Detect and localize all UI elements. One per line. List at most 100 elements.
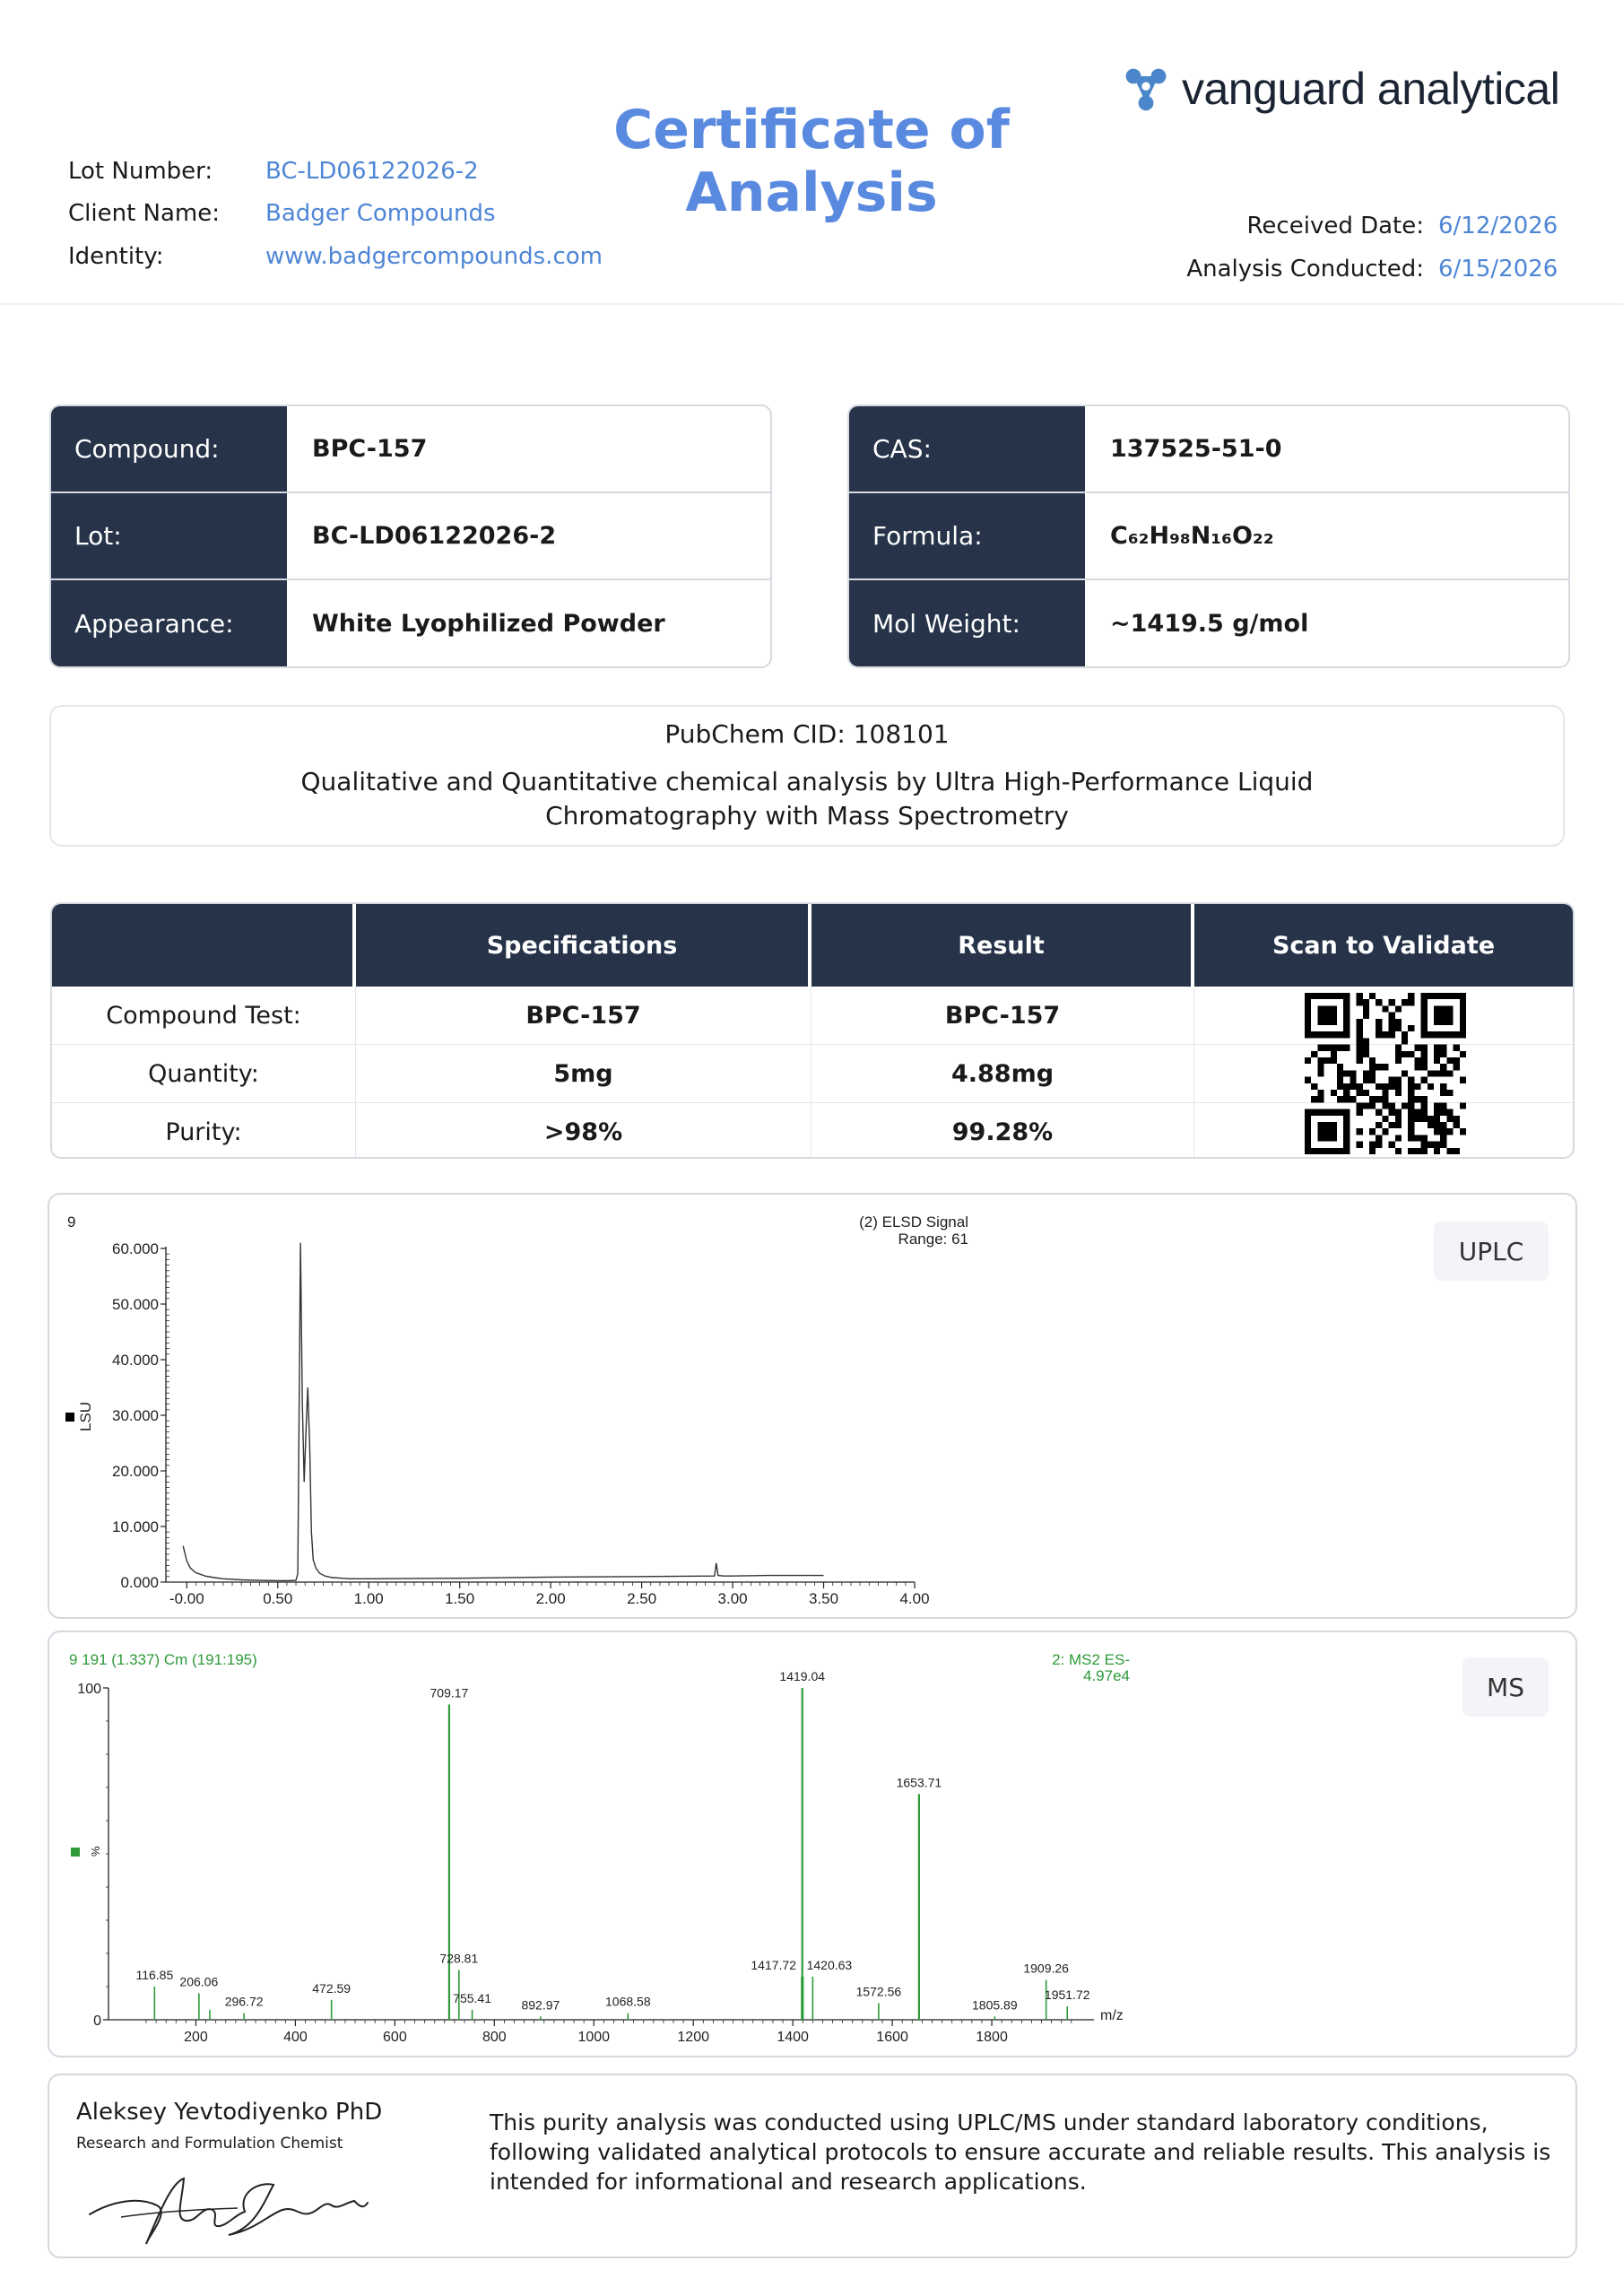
results-header-scan: Scan to Validate — [1271, 931, 1496, 960]
compound-label: Compound: — [51, 406, 287, 491]
analysis-method-line: Chromatography with Mass Spectrometry — [545, 801, 1069, 831]
ms-x-tick-label: 1400 — [777, 2030, 809, 2045]
identity-link[interactable]: www.badgercompounds.com — [265, 243, 603, 270]
qr-module — [1446, 1070, 1454, 1077]
ms-peak-label: 1419.04 — [779, 1669, 825, 1683]
qr-module — [1382, 1064, 1389, 1071]
qr-module — [1394, 1135, 1402, 1142]
ms-peak-label: 1653.71 — [897, 1775, 942, 1789]
qr-module — [1394, 1090, 1402, 1097]
qr-module — [1343, 1070, 1350, 1077]
compound-value: BPC-157 — [312, 435, 428, 463]
client-name-row: Client Name: Badger Compounds — [68, 200, 496, 227]
qr-finder — [1434, 1005, 1454, 1025]
chemical-info-table: CAS: 137525-51-0 Formula: C₆₂H₉₈N₁₆O₂₂ M… — [847, 404, 1570, 668]
qr-module — [1440, 1109, 1447, 1116]
ms-peak-label: 1951.72 — [1045, 1987, 1090, 2002]
qr-module — [1376, 1141, 1383, 1148]
qr-module — [1369, 1147, 1376, 1154]
lot-row: Lot: BC-LD06122026-2 — [51, 493, 770, 580]
result-cell: 99.28% — [812, 1103, 1194, 1157]
qr-module — [1440, 1050, 1447, 1057]
analysis-method: Qualitative and Quantitative chemical an… — [51, 765, 1563, 833]
qr-module — [1317, 1064, 1324, 1071]
qr-module — [1376, 1135, 1383, 1142]
analysis-date-row: Analysis Conducted: 6/15/2026 — [1186, 256, 1558, 283]
qr-module — [1356, 1050, 1363, 1057]
analysis-date-value: 6/15/2026 — [1438, 256, 1558, 283]
qr-module — [1311, 1083, 1318, 1090]
qr-module — [1343, 1096, 1350, 1103]
qr-module — [1414, 1064, 1421, 1071]
ms-peak-label: 1805.89 — [972, 1997, 1018, 2012]
mol-weight-row: Mol Weight: ~1419.5 g/mol — [849, 580, 1568, 666]
qr-module — [1356, 1038, 1363, 1045]
qr-module — [1382, 1031, 1389, 1039]
qr-module — [1446, 1115, 1454, 1122]
qr-module — [1337, 1070, 1344, 1077]
qr-module — [1311, 1096, 1318, 1103]
qr-module — [1408, 1083, 1415, 1090]
qr-module — [1420, 1147, 1428, 1154]
vanguard-logo-icon — [1125, 68, 1167, 111]
analysis-date-label: Analysis Conducted: — [1186, 256, 1424, 283]
ms-legend-intensity: 4.97e4 — [1083, 1667, 1130, 1684]
qr-module — [1356, 1057, 1363, 1065]
qr-module — [1440, 1102, 1447, 1109]
qr-module — [1362, 1102, 1369, 1109]
qr-module — [1362, 1012, 1369, 1019]
ms-x-tick-label: 800 — [482, 2030, 507, 2045]
qr-module — [1394, 1115, 1402, 1122]
qr-module — [1446, 1090, 1454, 1097]
qr-module — [1394, 1005, 1402, 1013]
qr-module — [1434, 1044, 1441, 1051]
appearance-label: Appearance: — [51, 580, 287, 666]
qr-finder — [1317, 1122, 1337, 1142]
qr-module — [1369, 1141, 1376, 1148]
qr-module — [1382, 1005, 1389, 1013]
qr-module — [1394, 1076, 1402, 1083]
uplc-x-tick-label: 0.50 — [263, 1590, 292, 1607]
qr-module — [1337, 1064, 1344, 1071]
qr-module — [1356, 1128, 1363, 1135]
uplc-y-tick-label: 40.000 — [112, 1352, 159, 1369]
qr-module — [1434, 1115, 1441, 1122]
spec-cell: >98% — [356, 1103, 812, 1157]
qr-module — [1311, 1050, 1318, 1057]
uplc-x-tick-label: 1.50 — [445, 1590, 474, 1607]
spec-cell: BPC-157 — [356, 987, 812, 1044]
document-header: vanguard analytical Certificate of Analy… — [0, 0, 1623, 305]
qr-module — [1362, 999, 1369, 1006]
qr-module — [1382, 1096, 1389, 1103]
results-header-specifications: Specifications — [356, 904, 812, 987]
qr-module — [1317, 1044, 1324, 1051]
uplc-x-tick-label: 3.50 — [809, 1590, 838, 1607]
qr-module — [1394, 1109, 1402, 1116]
qr-module — [1434, 1057, 1441, 1065]
qr-module — [1305, 1076, 1312, 1083]
qr-module — [1394, 1122, 1402, 1129]
ms-peaks: 116.85 206.06 296.72 472.59 709.17 728.81 755.… — [135, 1669, 1090, 2020]
qr-finder — [1317, 1005, 1337, 1025]
qr-module — [1343, 1083, 1350, 1090]
qr-module — [1317, 1070, 1324, 1077]
qr-module — [1376, 1025, 1383, 1032]
qr-module — [1382, 1128, 1389, 1135]
qr-module — [1388, 1141, 1395, 1148]
formula-value: C₆₂H₉₈N₁₆O₂₂ — [1110, 522, 1274, 550]
qr-module — [1414, 1135, 1421, 1142]
qr-module — [1420, 1076, 1428, 1083]
validation-qr-code[interactable] — [1305, 993, 1466, 1154]
qr-module — [1317, 1090, 1324, 1097]
ms-peak-label: 892.97 — [521, 1997, 560, 2012]
uplc-x-tick-label: -0.00 — [169, 1590, 204, 1607]
qr-module — [1388, 1031, 1395, 1039]
qr-module — [1402, 1050, 1409, 1057]
appearance-row: Appearance: White Lyophilized Powder — [51, 580, 770, 666]
results-header-blank — [52, 904, 356, 987]
qr-module — [1369, 1064, 1376, 1071]
ms-tag: MS — [1462, 1657, 1549, 1717]
ms-ylabel: % — [89, 1846, 102, 1857]
qr-module — [1369, 1076, 1376, 1083]
qr-module — [1408, 1096, 1415, 1103]
